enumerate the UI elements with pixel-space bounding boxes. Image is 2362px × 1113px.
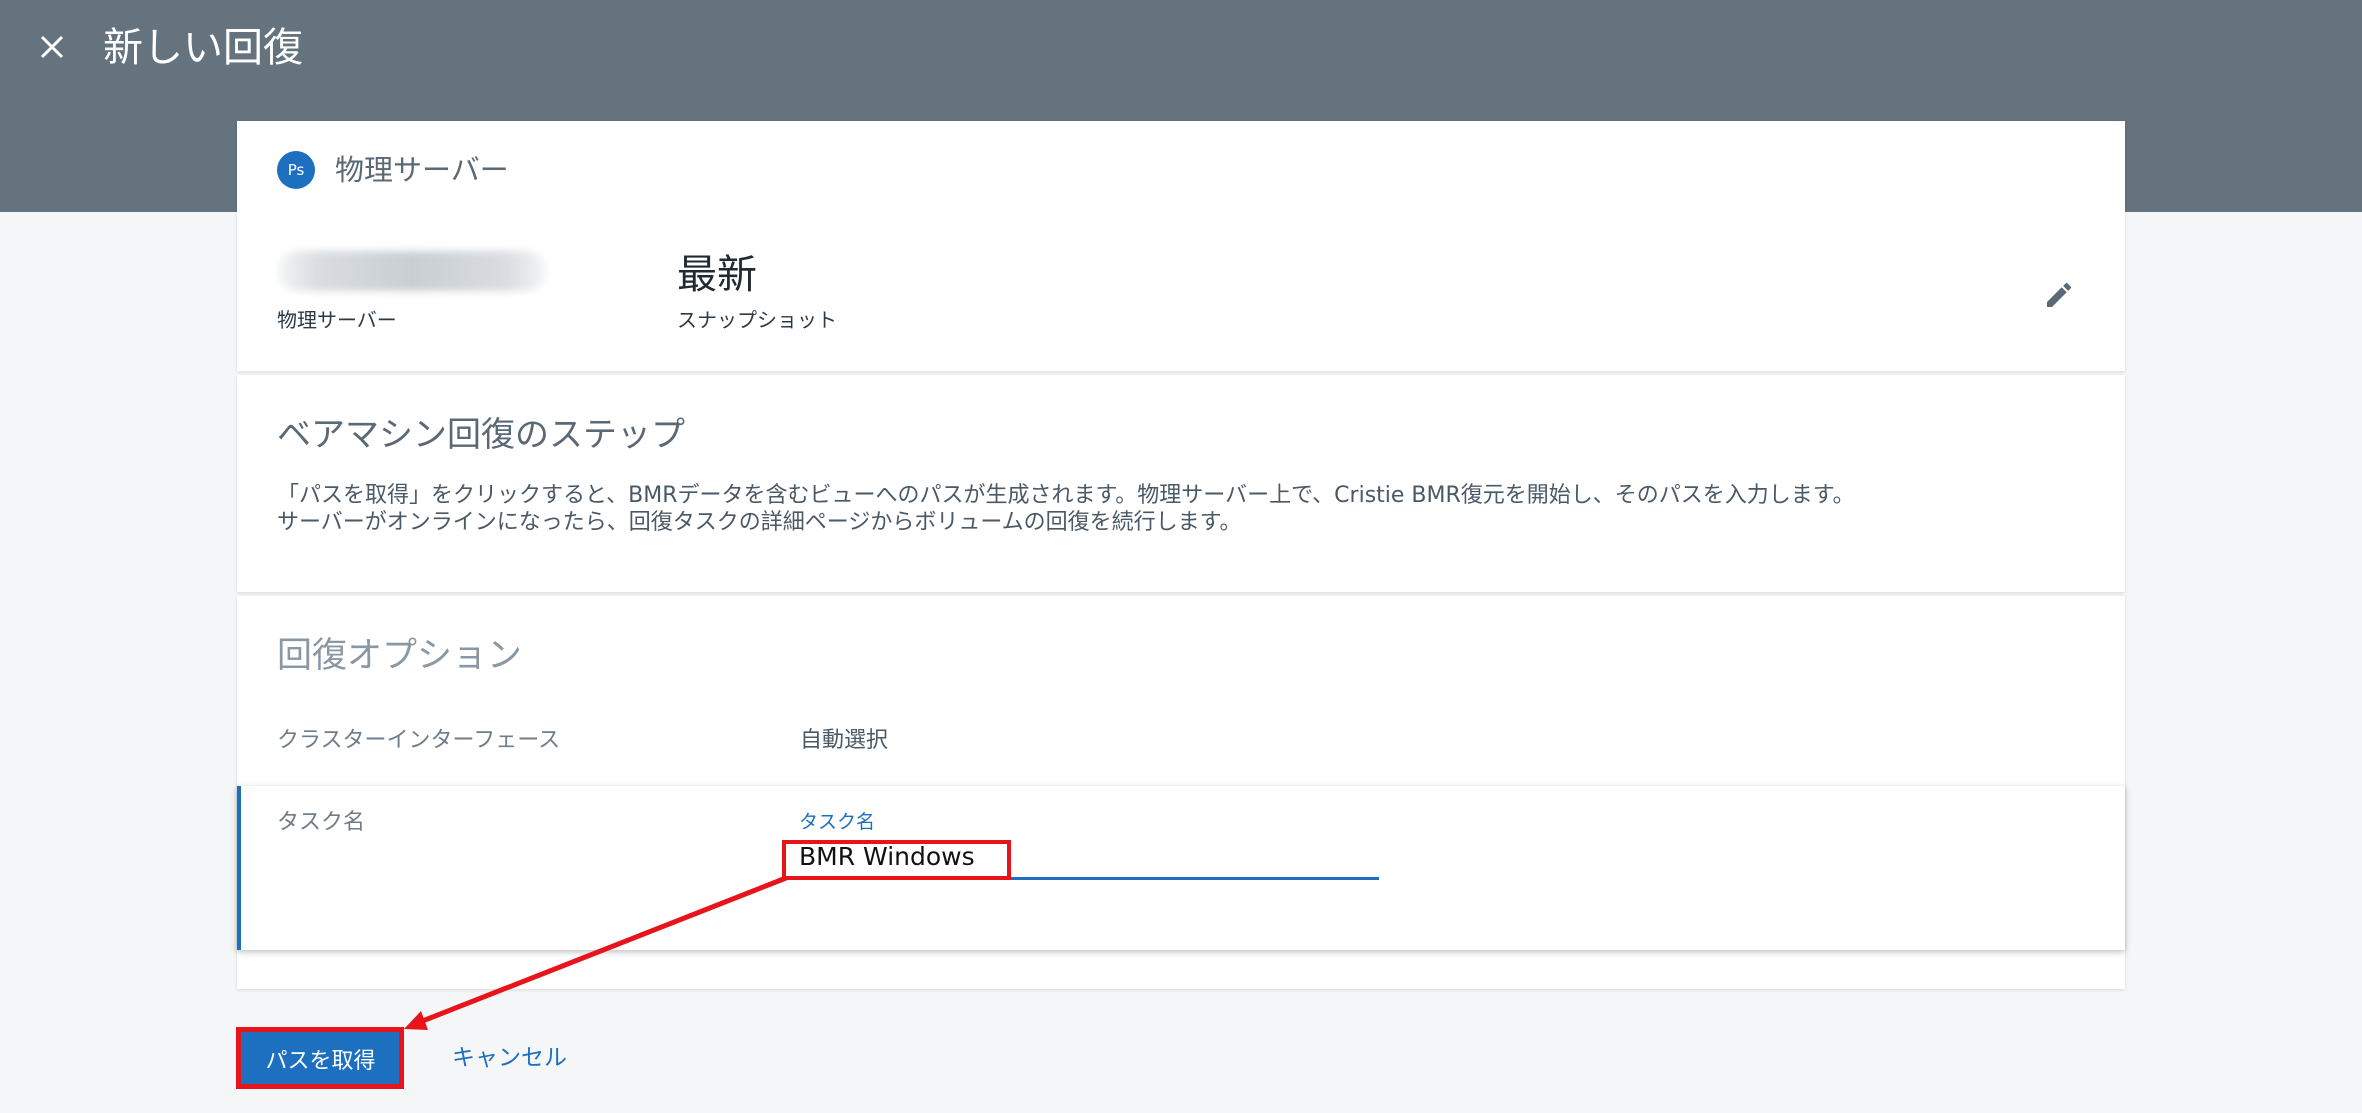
source-type-heading: 物理サーバー — [335, 153, 509, 187]
pencil-icon — [2047, 282, 2072, 307]
page-title: 新しい回復 — [103, 25, 303, 71]
bmr-steps-card: ベアマシン回復のステップ 「パスを取得」をクリックすると、BMRデータを含むビュ… — [237, 375, 2125, 592]
steps-line-1: 「パスを取得」をクリックすると、BMRデータを含むビューへのパスが生成されます。… — [277, 483, 1855, 508]
task-name-field-label: タスク名 — [799, 811, 876, 833]
close-icon — [40, 35, 64, 59]
snapshot-value: 最新 — [677, 252, 757, 298]
steps-title: ベアマシン回復のステップ — [277, 415, 685, 455]
server-name-redacted — [277, 251, 547, 291]
options-title: 回復オプション — [277, 636, 523, 676]
button-highlight-box — [236, 1027, 404, 1089]
edit-button[interactable] — [2037, 273, 2081, 317]
input-highlight-box — [782, 840, 1011, 880]
task-name-row: タスク名 タスク名 — [237, 786, 2125, 950]
task-name-label: タスク名 — [277, 810, 366, 835]
source-card: Ps 物理サーバー 物理サーバー 最新 スナップショット — [237, 121, 2125, 371]
close-button[interactable] — [32, 24, 72, 70]
steps-description: 「パスを取得」をクリックすると、BMRデータを含むビューへのパスが生成されます。… — [277, 482, 2077, 536]
cancel-button[interactable]: キャンセル — [452, 1040, 567, 1076]
source-type-badge: Ps — [277, 151, 315, 189]
cluster-interface-label: クラスターインターフェース — [277, 728, 561, 753]
steps-line-2: サーバーがオンラインになったら、回復タスクの詳細ページからボリュームの回復を続行… — [277, 510, 1242, 535]
snapshot-label: スナップショット — [677, 308, 837, 332]
server-label: 物理サーバー — [277, 308, 397, 332]
cluster-interface-value[interactable]: 自動選択 — [800, 726, 888, 756]
